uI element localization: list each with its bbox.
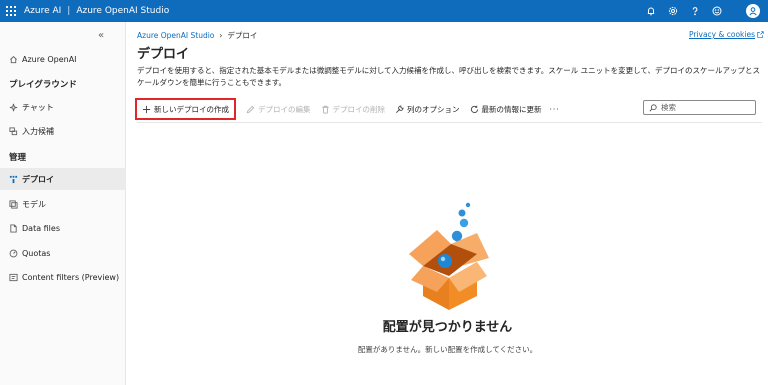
empty-state-title: 配置が見つかりません xyxy=(382,320,513,335)
section-playground-heading: プレイグラウンド xyxy=(9,80,77,90)
toolbar: 新しいデプロイの作成 デプロイの編集 デプロイの削除 列のオプション 最新の情報… xyxy=(135,98,762,120)
search-placeholder: 検索 xyxy=(661,103,676,112)
collapse-sidebar-icon[interactable]: « xyxy=(98,30,104,41)
brand-separator: | xyxy=(67,6,71,16)
top-bar: Azure AI | Azure OpenAI Studio xyxy=(0,0,768,22)
delete-deployment-label: デプロイの削除 xyxy=(332,104,386,114)
breadcrumb: Azure OpenAI Studio › デプロイ xyxy=(137,30,257,41)
edit-deployment-button[interactable]: デプロイの編集 xyxy=(246,104,311,115)
sidebar-item-label: 入力候補 xyxy=(22,126,54,136)
chat-icon xyxy=(9,103,18,111)
sidebar-item-label: Content filters (Preview) xyxy=(22,272,120,282)
quota-icon xyxy=(9,249,18,257)
sidebar-item-label: チャット xyxy=(22,102,54,112)
sidebar-item-label: デプロイ xyxy=(22,174,54,184)
sidebar-item-label: Data files xyxy=(22,223,60,233)
refresh-button[interactable]: 最新の情報に更新 xyxy=(470,104,542,115)
brand: Azure AI | Azure OpenAI Studio xyxy=(24,6,169,16)
privacy-cookies-label: Privacy & cookies xyxy=(688,30,755,39)
search-icon xyxy=(649,103,657,111)
deployments-icon xyxy=(9,175,18,183)
chevron-right-icon: › xyxy=(219,31,223,40)
more-icon: ··· xyxy=(549,104,560,114)
edit-deployment-label: デプロイの編集 xyxy=(258,104,311,114)
page-description: デプロイを使用すると、指定された基本モデルまたは微調整モデルに対して入力候補を作… xyxy=(137,66,761,87)
main-content: Azure OpenAI Studio › デプロイ Privacy & coo… xyxy=(127,22,768,385)
bell-icon[interactable] xyxy=(640,0,662,22)
home-icon xyxy=(10,55,17,63)
user-avatar-icon[interactable] xyxy=(746,4,760,18)
app-launcher-icon[interactable] xyxy=(0,0,22,22)
new-deployment-button[interactable]: 新しいデプロイの作成 xyxy=(135,98,236,120)
trash-icon xyxy=(321,105,329,114)
edit-icon xyxy=(246,105,255,113)
sidebar-item-label: Quotas xyxy=(22,248,51,258)
search-input[interactable]: 検索 xyxy=(643,100,756,115)
feedback-icon[interactable] xyxy=(706,0,728,22)
brand-primary[interactable]: Azure AI xyxy=(24,6,61,16)
sidebar-item-deployments[interactable]: デプロイ xyxy=(0,168,126,190)
toolbar-divider xyxy=(137,122,762,123)
help-icon[interactable] xyxy=(684,0,706,22)
breadcrumb-root-link[interactable]: Azure OpenAI Studio xyxy=(137,31,214,40)
sidebar-item-chat[interactable]: チャット xyxy=(0,96,126,118)
more-options-button[interactable]: ··· xyxy=(550,105,560,114)
sidebar-item-quotas[interactable]: Quotas xyxy=(0,242,126,264)
top-icons xyxy=(640,0,768,22)
sidebar: « Azure OpenAI プレイグラウンド チャット 入力候補 管理 デプロ… xyxy=(0,22,126,385)
wrench-icon xyxy=(396,104,404,113)
refresh-label: 最新の情報に更新 xyxy=(481,104,542,114)
sidebar-item-azure-openai[interactable]: Azure OpenAI xyxy=(0,48,126,70)
page-title: デプロイ xyxy=(137,47,190,62)
empty-box-illustration xyxy=(409,202,489,310)
column-options-button[interactable]: 列のオプション xyxy=(395,104,460,115)
sidebar-item-content-filters[interactable]: Content filters (Preview) xyxy=(0,266,126,288)
filter-icon xyxy=(9,273,18,281)
sidebar-item-models[interactable]: モデル xyxy=(0,193,126,215)
breadcrumb-current: デプロイ xyxy=(227,31,258,40)
sidebar-item-label: モデル xyxy=(22,199,46,209)
models-icon xyxy=(9,199,18,209)
sidebar-item-label: Azure OpenAI xyxy=(22,54,77,64)
empty-state-subtitle: 配置がありません。新しい配置を作成してください。 xyxy=(357,345,538,354)
external-link-icon xyxy=(757,31,764,38)
new-deployment-label: 新しいデプロイの作成 xyxy=(154,104,229,114)
gear-icon[interactable] xyxy=(662,0,684,22)
refresh-icon xyxy=(470,105,478,113)
plus-icon xyxy=(142,105,151,113)
brand-secondary[interactable]: Azure OpenAI Studio xyxy=(76,6,169,16)
file-icon xyxy=(10,223,17,233)
completions-icon xyxy=(9,126,18,135)
sidebar-item-completions[interactable]: 入力候補 xyxy=(0,120,126,142)
delete-deployment-button[interactable]: デプロイの削除 xyxy=(321,104,386,115)
sidebar-item-data-files[interactable]: Data files xyxy=(0,217,126,239)
privacy-cookies-link[interactable]: Privacy & cookies xyxy=(689,30,764,39)
column-options-label: 列のオプション xyxy=(407,104,460,114)
section-manage-heading: 管理 xyxy=(9,153,27,163)
